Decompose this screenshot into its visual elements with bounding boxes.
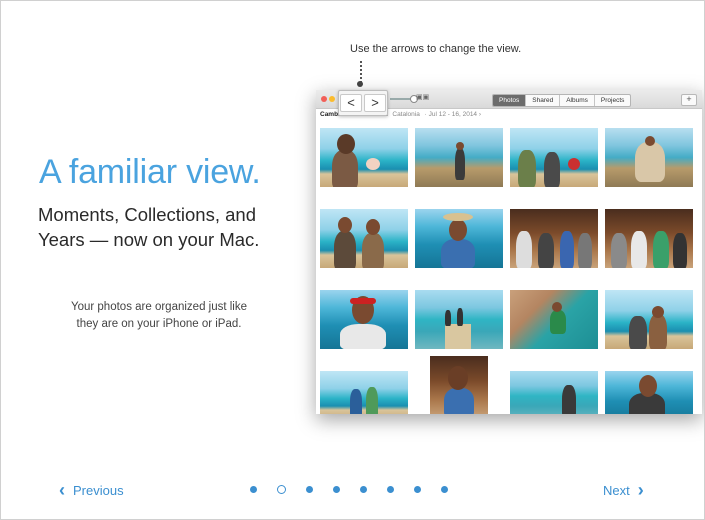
page-dot[interactable] bbox=[306, 486, 313, 493]
photo-thumbnail bbox=[605, 128, 693, 187]
arrow-tip-text: Use the arrows to change the view. bbox=[350, 43, 522, 55]
view-back-button: < bbox=[340, 94, 362, 112]
photo-thumbnail bbox=[320, 371, 408, 414]
photo-thumbnail bbox=[320, 209, 408, 268]
page-dot[interactable] bbox=[360, 486, 367, 493]
slide-body: Your photos are organized just like they… bbox=[70, 301, 248, 330]
page-dot-current[interactable] bbox=[277, 485, 286, 494]
photo-thumbnail bbox=[510, 209, 598, 268]
view-nav-arrows: < > bbox=[338, 90, 388, 116]
add-button: + bbox=[681, 94, 697, 106]
view-forward-button: > bbox=[364, 94, 386, 112]
close-window-icon bbox=[321, 96, 327, 102]
photo-thumbnail bbox=[415, 290, 503, 349]
photo-thumbnail bbox=[605, 209, 693, 268]
tab-albums: Albums bbox=[560, 95, 595, 106]
page-indicator bbox=[250, 485, 448, 494]
photo-thumbnail bbox=[510, 371, 598, 414]
tab-photos: Photos bbox=[493, 95, 527, 106]
photo-thumbnail bbox=[510, 128, 598, 187]
next-button[interactable]: Next › bbox=[603, 480, 644, 500]
photo-thumbnail bbox=[415, 128, 503, 187]
thumbnail-size-icon: ▣▣ bbox=[416, 94, 430, 101]
photo-thumbnail bbox=[605, 290, 693, 349]
slide-headline: A familiar view. bbox=[39, 153, 261, 191]
page-dot[interactable] bbox=[250, 486, 257, 493]
welcome-slide: A familiar view. Moments, Collections, a… bbox=[0, 0, 705, 520]
photo-thumbnail bbox=[320, 128, 408, 187]
page-dot[interactable] bbox=[333, 486, 340, 493]
page-dot[interactable] bbox=[414, 486, 421, 493]
tip-pointer-line bbox=[360, 61, 362, 83]
tip-pointer-dot bbox=[357, 81, 363, 87]
next-label: Next bbox=[603, 483, 630, 498]
previous-button[interactable]: ‹ Previous bbox=[59, 480, 124, 500]
minimize-window-icon bbox=[329, 96, 335, 102]
zoom-slider-track bbox=[390, 98, 412, 100]
photo-thumbnail bbox=[605, 371, 693, 414]
tab-shared: Shared bbox=[526, 95, 561, 106]
chevron-left-icon: ‹ bbox=[59, 480, 65, 500]
photo-thumbnail bbox=[430, 356, 488, 414]
photos-window-preview: ▣▣ Photos Shared Albums Projects + Cambr… bbox=[316, 90, 702, 414]
page-dot[interactable] bbox=[441, 486, 448, 493]
photo-thumbnail bbox=[320, 290, 408, 349]
photo-thumbnail bbox=[415, 209, 503, 268]
slide-subhead: Moments, Collections, and Years — now on… bbox=[38, 204, 260, 250]
tab-projects: Projects bbox=[600, 97, 625, 104]
chevron-right-icon: › bbox=[637, 480, 644, 500]
previous-label: Previous bbox=[73, 483, 124, 498]
moment-place: Catalonia bbox=[392, 111, 420, 118]
moment-dates: · Jul 12 - 16, 2014 › bbox=[424, 111, 482, 118]
view-tabs: Photos Shared Albums Projects bbox=[492, 94, 632, 107]
photo-thumbnail bbox=[510, 290, 598, 349]
page-dot[interactable] bbox=[387, 486, 394, 493]
